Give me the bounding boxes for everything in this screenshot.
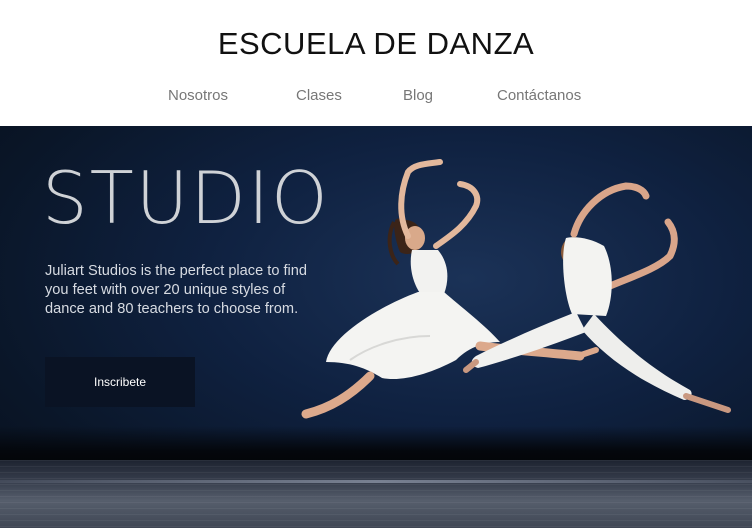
nav-item-clases[interactable]: Clases [296, 86, 342, 106]
stage-floor [0, 460, 752, 528]
site-header: ESCUELA DE DANZA Nosotros Clases Blog Co… [0, 0, 752, 126]
stage-floor-highlight [0, 480, 752, 483]
hero-section: STUDIO Juliart Studios is the perfect pl… [0, 126, 752, 528]
female-dancer [301, 159, 599, 419]
male-dancer [463, 182, 731, 413]
nav-item-contactanos[interactable]: Contáctanos [497, 86, 581, 106]
page: ESCUELA DE DANZA Nosotros Clases Blog Co… [0, 0, 752, 528]
nav-item-blog[interactable]: Blog [403, 86, 433, 106]
site-title[interactable]: ESCUELA DE DANZA [0, 24, 752, 64]
hero-description: Juliart Studios is the perfect place to … [45, 263, 308, 317]
hero-heading: STUDIO [42, 156, 330, 240]
nav-item-nosotros[interactable]: Nosotros [168, 86, 228, 106]
signup-button[interactable]: Inscribete [45, 357, 195, 407]
dancers-image [301, 159, 731, 419]
main-nav: Nosotros Clases Blog Contáctanos [0, 86, 752, 108]
